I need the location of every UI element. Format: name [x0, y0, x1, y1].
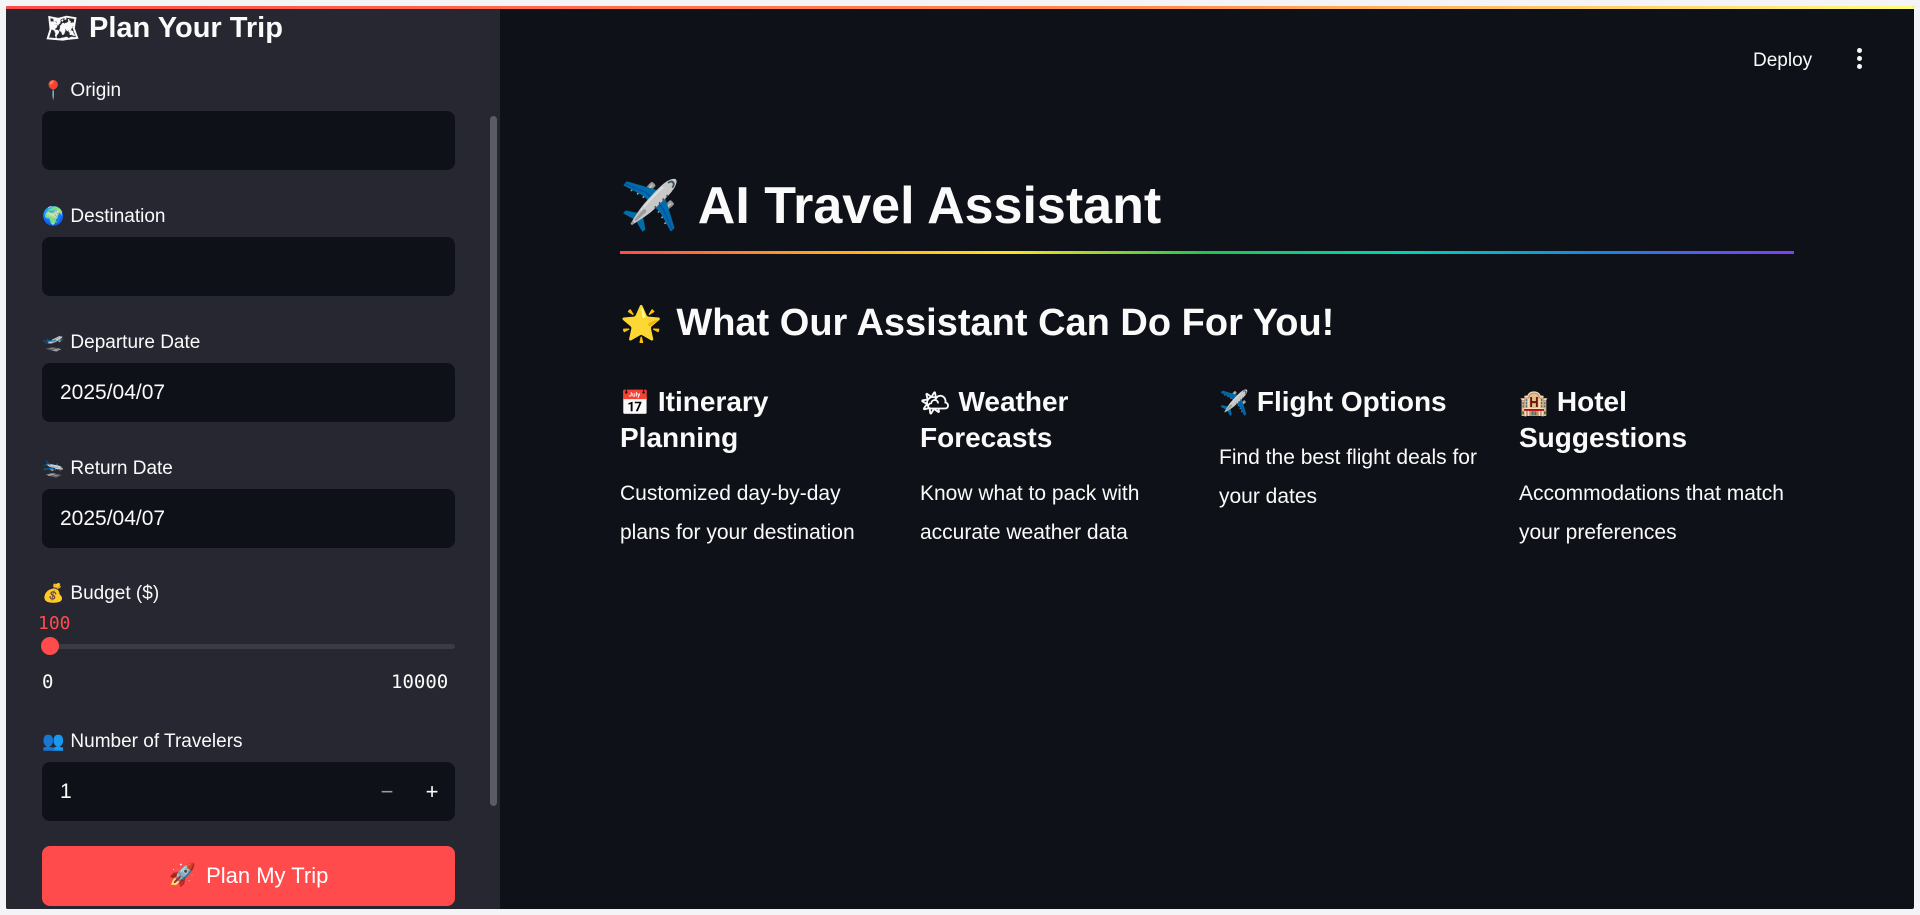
rocket-icon: 🚀 — [168, 863, 197, 888]
sidebar-scrollbar[interactable] — [490, 116, 497, 806]
feature-description: Customized day-by-day plans for your des… — [620, 482, 855, 544]
airplane-icon: ✈️ — [620, 178, 680, 234]
budget-slider-max: 10000 — [391, 671, 449, 693]
sun-cloud-icon: 🌤 — [920, 389, 951, 417]
sidebar-title: 🗺 Plan Your Trip — [46, 12, 283, 45]
sidebar-title-text: Plan Your Trip — [89, 12, 283, 44]
budget-slider-value: 100 — [38, 613, 71, 634]
star-icon: 🌟 — [620, 303, 663, 344]
return-date-label: 🛬 Return Date — [42, 458, 173, 480]
feature-title: ✈️ Flight Options — [1219, 384, 1489, 420]
departure-date-label-text: Departure Date — [70, 332, 201, 353]
airplane-icon: ✈️ — [1219, 389, 1249, 417]
page-title: ✈️ AI Travel Assistant — [620, 176, 1161, 236]
feature-title: 📅 Itinerary Planning — [620, 384, 890, 456]
origin-label-text: Origin — [70, 80, 122, 101]
budget-slider[interactable] — [41, 637, 455, 655]
travelers-label-text: Number of Travelers — [70, 731, 243, 752]
feature-title: 🌤 Weather Forecasts — [920, 384, 1190, 456]
return-date-label-text: Return Date — [70, 458, 173, 479]
return-date-input[interactable]: 2025/04/07 — [42, 489, 455, 548]
travelers-stepper[interactable]: 1 − + — [42, 762, 455, 821]
departure-date-label: 🛫 Departure Date — [42, 332, 200, 354]
departure-date-input[interactable]: 2025/04/07 — [42, 363, 455, 422]
pin-icon: 📍 — [42, 80, 65, 101]
destination-label-text: Destination — [70, 206, 166, 227]
departure-date-value: 2025/04/07 — [60, 380, 166, 404]
top-decoration-bar — [6, 6, 1914, 9]
destination-input[interactable] — [42, 237, 455, 296]
budget-label: 💰 Budget ($) — [42, 583, 159, 605]
feature-title-text: Flight Options — [1256, 386, 1447, 417]
budget-slider-min: 0 — [42, 671, 54, 693]
feature-hotels: 🏨 Hotel Suggestions Accommodations that m… — [1519, 384, 1789, 552]
dot — [1856, 56, 1862, 61]
plan-my-trip-button[interactable]: 🚀 Plan My Trip — [42, 846, 455, 906]
features-heading-text: What Our Assistant Can Do For You! — [676, 302, 1335, 344]
origin-input[interactable] — [42, 111, 455, 170]
app-window: 🗺 Plan Your Trip 📍 Origin 🌍 Destination … — [6, 6, 1914, 909]
map-icon: 🗺 — [46, 13, 80, 44]
globe-icon: 🌍 — [42, 206, 65, 227]
feature-flights: ✈️ Flight Options Find the best flight de… — [1219, 384, 1489, 516]
title-divider — [620, 251, 1794, 254]
more-options-icon[interactable] — [1852, 48, 1866, 72]
airplane-arrival-icon: 🛬 — [42, 458, 65, 479]
feature-description: Know what to pack with accurate weather … — [920, 482, 1140, 544]
plan-my-trip-label: Plan My Trip — [206, 863, 329, 888]
airplane-departure-icon: 🛫 — [42, 332, 65, 353]
increment-button[interactable]: + — [409, 762, 455, 821]
page-title-text: AI Travel Assistant — [697, 177, 1162, 235]
feature-itinerary: 📅 Itinerary Planning Customized day-by-da… — [620, 384, 890, 552]
feature-title: 🏨 Hotel Suggestions — [1519, 384, 1789, 456]
features-heading: 🌟 What Our Assistant Can Do For You! — [620, 302, 1334, 345]
feature-description: Find the best flight deals for your date… — [1219, 446, 1477, 508]
dot — [1856, 48, 1862, 53]
feature-description: Accommodations that match your preferenc… — [1519, 482, 1784, 544]
travelers-stepper-value[interactable]: 1 — [60, 762, 72, 821]
people-icon: 👥 — [42, 731, 65, 752]
deploy-button[interactable]: Deploy — [1753, 50, 1812, 72]
destination-label: 🌍 Destination — [42, 206, 165, 228]
origin-label: 📍 Origin — [42, 80, 121, 102]
sidebar: 🗺 Plan Your Trip 📍 Origin 🌍 Destination … — [6, 6, 500, 909]
dot — [1856, 64, 1862, 69]
feature-weather: 🌤 Weather Forecasts Know what to pack wit… — [920, 384, 1190, 552]
budget-slider-thumb[interactable] — [41, 637, 60, 655]
budget-label-text: Budget ($) — [70, 583, 160, 604]
travelers-label: 👥 Number of Travelers — [42, 731, 243, 753]
calendar-icon: 📅 — [620, 389, 650, 417]
money-bag-icon: 💰 — [42, 583, 65, 604]
decrement-button[interactable]: − — [364, 762, 410, 821]
hotel-icon: 🏨 — [1519, 389, 1549, 417]
return-date-value: 2025/04/07 — [60, 506, 166, 530]
